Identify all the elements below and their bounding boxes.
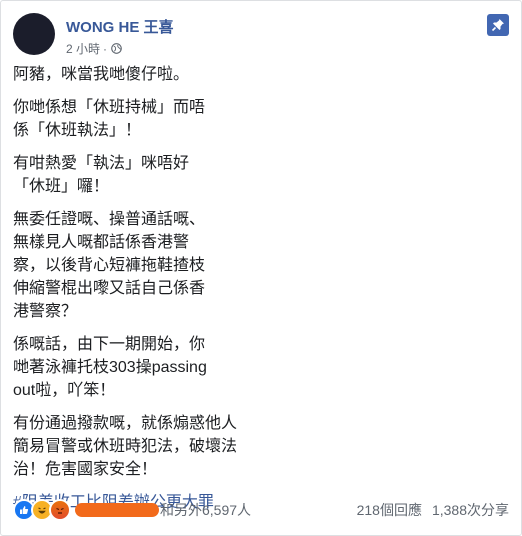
shares-count[interactable]: 1,388次分享 — [432, 500, 509, 520]
post-meta: 2 小時 · — [66, 40, 122, 57]
post-paragraph: 有咁熱愛「執法」咪唔好 「休班」囉！ — [13, 155, 190, 195]
post-message: 阿豬，咪當我哋傻仔啦。 你哋係想「休班持械」而唔 係「休班執法」！ 有咁熱愛「執… — [13, 63, 313, 524]
timestamp[interactable]: 2 小時 — [66, 40, 100, 57]
separator-dot: · — [103, 41, 108, 56]
post-card: WONG HE 王喜 2 小時 · 阿豬，咪當我哋傻仔啦。 你哋係想「休班持械」… — [0, 0, 522, 536]
reactions-count[interactable]: 和另外6,597人 — [160, 500, 251, 520]
post-paragraph: 係嘅話，由下一期開始，你 哋著泳褲托枝303操passing out啦，吖笨！ — [13, 336, 207, 399]
post-header: WONG HE 王喜 2 小時 · — [13, 13, 509, 59]
post-paragraph: 無委任證嘅、操普通話嘅、 無樣見人嘅都話係香港警 察，以後背心短褲拖鞋揸枝 伸縮… — [13, 211, 206, 320]
avatar[interactable] — [13, 13, 55, 55]
engagement-stats: 218個回應 1,388次分享 — [357, 500, 509, 520]
angry-icon[interactable] — [49, 499, 71, 521]
comments-count[interactable]: 218個回應 — [357, 500, 422, 520]
reaction-summary[interactable]: 和另外6,597人 — [13, 499, 251, 521]
author-name[interactable]: WONG HE 王喜 — [66, 16, 174, 37]
pin-button[interactable] — [487, 14, 509, 36]
post-paragraph: 有份通過撥款嘅，就係煽惑他人 簡易冒警或休班時犯法，破壞法 治！危害國家安全！ — [13, 415, 238, 478]
redacted-names — [75, 503, 159, 517]
post-paragraph: 阿豬，咪當我哋傻仔啦。 — [13, 66, 190, 83]
post-footer: 和另外6,597人 218個回應 1,388次分享 — [13, 497, 509, 523]
pin-icon — [491, 19, 504, 32]
globe-icon — [111, 43, 122, 54]
reaction-icons[interactable] — [13, 499, 71, 521]
post-paragraph: 你哋係想「休班持械」而唔 係「休班執法」！ — [13, 99, 206, 139]
